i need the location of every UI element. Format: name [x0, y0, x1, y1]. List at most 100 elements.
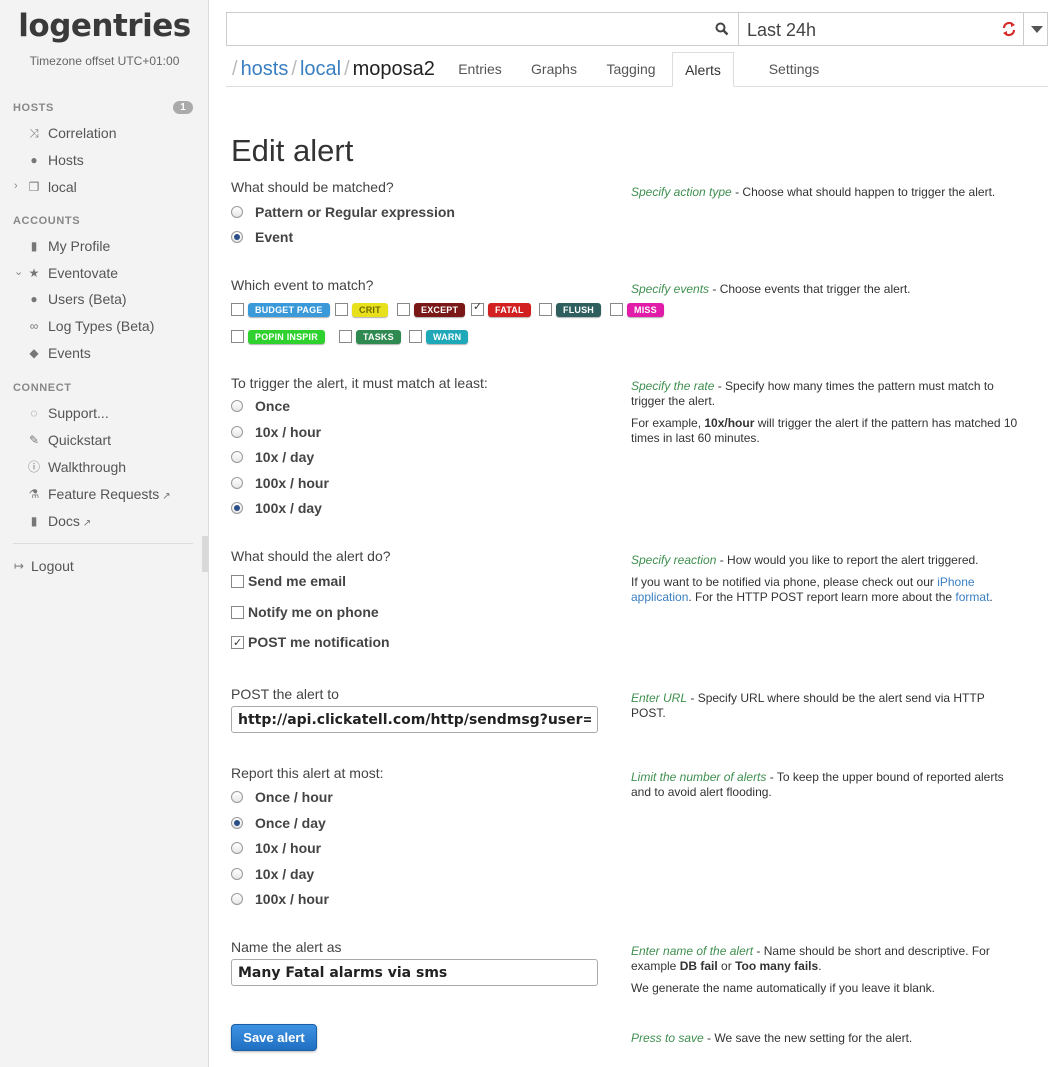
tab-settings[interactable]: Settings	[756, 52, 832, 87]
sidebar-item-my-profile[interactable]: ▮ My Profile	[0, 234, 208, 258]
radio-button[interactable]	[231, 426, 243, 438]
help-text: . For the HTTP POST report learn more ab…	[688, 590, 956, 604]
hosts-header: HOSTS	[13, 102, 54, 114]
chevron-down-icon[interactable]	[1031, 26, 1043, 33]
user-icon: ●	[30, 292, 38, 306]
search-icon[interactable]	[714, 21, 730, 37]
sidebar-item-log-types[interactable]: ∞ Log Types (Beta)	[0, 314, 208, 338]
wrench-icon: ✎	[28, 433, 40, 447]
radio-button[interactable]	[231, 400, 243, 412]
help-hint: Enter URL	[631, 691, 688, 705]
event-checkbox[interactable]	[471, 300, 484, 316]
sidebar-item-hosts[interactable]: ● Hosts	[0, 148, 208, 172]
post-url-input[interactable]	[231, 706, 598, 733]
tab-graphs[interactable]: Graphs	[520, 52, 588, 87]
breadcrumb-separator: /	[344, 58, 350, 80]
format-link[interactable]: format	[955, 590, 989, 604]
event-checkbox[interactable]	[231, 303, 244, 316]
alert-name-input[interactable]	[231, 959, 598, 986]
help-text: - How would you like to report the alert…	[716, 553, 979, 567]
radio-button[interactable]	[231, 893, 243, 905]
sidebar-item-quickstart[interactable]: ✎ Quickstart	[0, 428, 208, 452]
sidebar-item-label: Correlation	[48, 125, 117, 141]
radio-button[interactable]	[231, 817, 243, 829]
event-checkbox[interactable]	[339, 330, 352, 343]
sidebar-item-users[interactable]: ● Users (Beta)	[0, 287, 208, 311]
sidebar-item-eventovate[interactable]: ⌄ ★ Eventovate	[0, 261, 208, 285]
checkbox[interactable]	[231, 633, 244, 653]
time-range-selector[interactable]: Last 24h	[738, 12, 1048, 46]
radio-button[interactable]	[231, 451, 243, 463]
checkbox-label: Send me email	[248, 573, 347, 589]
sidebar-scroll-handle[interactable]	[202, 536, 208, 572]
breadcrumb-separator: /	[291, 58, 297, 80]
help-hint: Limit the number of alerts	[631, 770, 767, 784]
link-icon: ∞	[29, 319, 39, 333]
event-tag: TASKS	[356, 330, 401, 344]
checkbox[interactable]	[231, 606, 244, 619]
checkbox-label: POST me notification	[248, 634, 390, 650]
event-tag: FLUSH	[556, 303, 601, 317]
refresh-icon[interactable]	[1001, 21, 1017, 37]
event-tag: EXCEPT	[414, 303, 466, 317]
help-hint: Specify action type	[631, 185, 732, 199]
radio-label: Event	[255, 229, 294, 245]
external-link-icon: ↗	[82, 518, 92, 529]
help-bold: Too many fails	[735, 959, 819, 973]
match-question: What should be matched?	[231, 179, 394, 195]
tab-entries[interactable]: Entries	[446, 52, 514, 87]
sidebar-item-label: Docs ↗	[48, 513, 92, 529]
chevron-right-icon[interactable]: ›	[14, 174, 18, 198]
event-tag: BUDGET PAGE	[248, 303, 330, 317]
chevron-down-icon[interactable]: ⌄	[14, 260, 23, 284]
page-title: Edit alert	[231, 132, 354, 168]
radio-button[interactable]	[231, 502, 243, 514]
event-checkbox[interactable]	[397, 303, 410, 316]
radio-label: Once	[255, 398, 291, 414]
star-icon: ★	[28, 266, 40, 280]
external-link-icon: ↗	[162, 491, 171, 502]
radio-button[interactable]	[231, 791, 243, 803]
search-input[interactable]	[227, 13, 707, 45]
hosts-count-badge: 1	[173, 101, 193, 114]
help-text: .	[989, 590, 993, 604]
radio-button[interactable]	[231, 868, 243, 880]
sidebar-item-walkthrough[interactable]: ⓘ Walkthrough	[0, 455, 208, 479]
help-text: - We save the new setting for the alert.	[703, 1031, 913, 1045]
time-range-label: Last 24h	[747, 20, 817, 40]
radio-label: 10x / hour	[255, 424, 322, 440]
event-checkbox[interactable]	[610, 303, 623, 316]
event-tag: CRIT	[352, 303, 388, 317]
logo[interactable]: logentries	[0, 8, 209, 44]
name-question: Name the alert as	[231, 939, 342, 955]
breadcrumb-local[interactable]: local	[300, 58, 341, 80]
event-checkbox[interactable]	[335, 303, 348, 316]
radio-label: Once / day	[255, 815, 326, 831]
event-checkbox[interactable]	[231, 330, 244, 343]
event-checkbox[interactable]	[409, 330, 422, 343]
sidebar-divider	[13, 543, 193, 544]
event-checkbox[interactable]	[539, 303, 552, 316]
help-action-type: Specify action type - Choose what should…	[631, 185, 1021, 200]
radio-button[interactable]	[231, 842, 243, 854]
radio-button[interactable]	[231, 477, 243, 489]
radio-label: 100x / hour	[255, 891, 329, 907]
sidebar-item-feature-requests[interactable]: ⚗ Feature Requests ↗	[0, 482, 208, 506]
save-alert-button[interactable]: Save alert	[231, 1024, 317, 1051]
sidebar-item-correlation[interactable]: ⤨ Correlation	[0, 121, 208, 145]
sidebar-item-events[interactable]: ◆ Events	[0, 341, 208, 365]
radio-button[interactable]	[231, 206, 243, 218]
tab-tagging[interactable]: Tagging	[595, 52, 667, 87]
help-reaction-detail: If you want to be notified via phone, pl…	[631, 575, 1021, 605]
logout-icon: ↦	[14, 559, 25, 573]
logout-link[interactable]: ↦ Logout	[0, 554, 208, 578]
sidebar-item-local[interactable]: › ❐ local	[0, 175, 208, 199]
breadcrumb-hosts[interactable]: hosts	[241, 58, 289, 80]
radio-button[interactable]	[231, 231, 243, 243]
checkbox[interactable]	[231, 575, 244, 588]
sidebar-item-support[interactable]: ◌ Support...	[0, 401, 208, 425]
breadcrumb-current: moposa2	[352, 58, 435, 80]
tab-alerts[interactable]: Alerts	[672, 52, 734, 87]
copy-icon: ❐	[28, 180, 40, 194]
sidebar-item-docs[interactable]: ▮ Docs ↗	[0, 509, 208, 533]
